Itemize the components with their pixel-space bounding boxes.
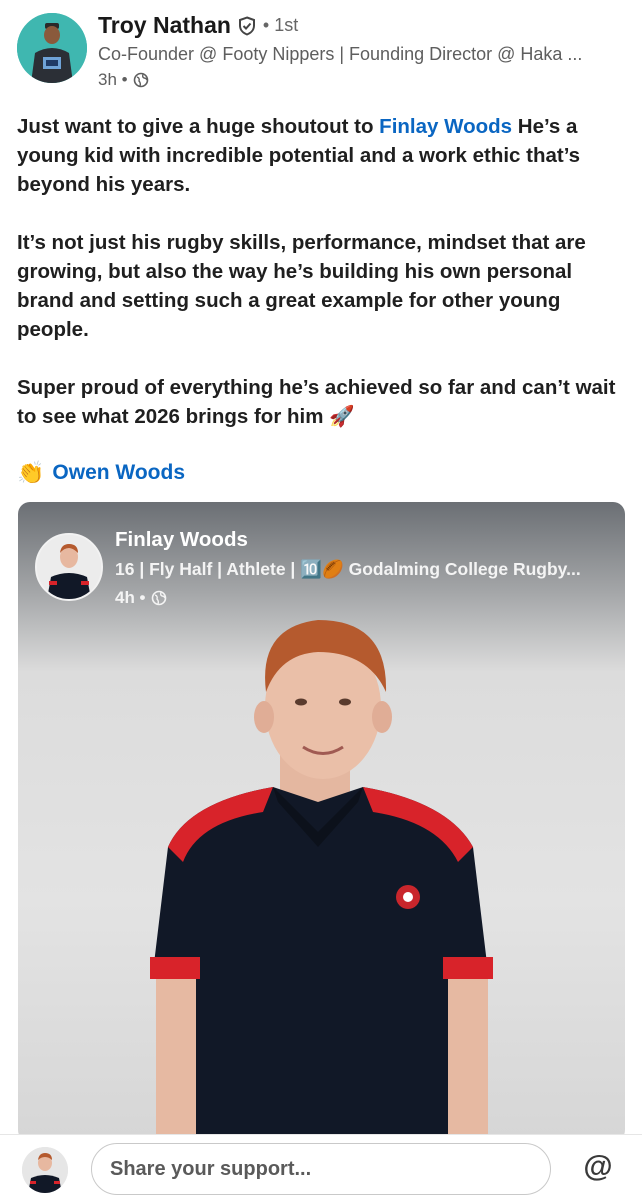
card-avatar-image: [37, 535, 101, 599]
clap-icon: 👏: [17, 460, 45, 485]
mention-link-finlay[interactable]: Finlay Woods: [379, 115, 512, 138]
post-text-segment: Just want to give a huge shoutout to: [17, 115, 380, 138]
card-author-name[interactable]: Finlay Woods: [115, 528, 248, 552]
author-headline: Co-Founder @ Footy Nippers | Founding Di…: [98, 44, 583, 64]
viewer-avatar-image: [22, 1147, 68, 1193]
post-paragraph-2: It’s not just his rugby skills, performa…: [17, 231, 586, 341]
post-body: Just want to give a huge shoutout to Fin…: [17, 112, 627, 460]
connection-degree: • 1st: [262, 15, 299, 35]
comment-composer: @: [0, 1134, 642, 1200]
shared-post-card[interactable]: Finlay Woods 16 | Fly Half | Athlete | 🔟…: [18, 502, 625, 1142]
globe-icon: [151, 590, 166, 606]
verified-icon: [238, 15, 255, 36]
tag-line: 👏 Owen Woods: [17, 460, 185, 486]
athlete-photo: [150, 620, 493, 1142]
post-header: Troy Nathan • 1st Co-Founder @ Footy Nip…: [0, 0, 642, 100]
author-avatar[interactable]: [17, 13, 87, 83]
card-meta: 4h •: [115, 588, 167, 608]
viewer-avatar[interactable]: [22, 1147, 68, 1193]
mention-link-owen[interactable]: Owen Woods: [52, 461, 185, 485]
mention-at-button[interactable]: @: [578, 1147, 618, 1187]
card-time: 4h •: [115, 588, 146, 607]
globe-icon: [133, 72, 148, 88]
card-author-avatar[interactable]: [35, 533, 103, 601]
share-support-input[interactable]: [91, 1143, 551, 1195]
post-time: 3h •: [98, 70, 128, 89]
post-paragraph-1: Just want to give a huge shoutout to Fin…: [17, 112, 627, 199]
author-avatar-image: [17, 13, 87, 83]
card-author-headline: 16 | Fly Half | Athlete | 🔟🏉 Godalming C…: [115, 559, 581, 579]
author-name[interactable]: Troy Nathan: [98, 12, 231, 39]
post-paragraph-3: Super proud of everything he’s achieved …: [17, 376, 616, 428]
post-meta: 3h •: [98, 70, 149, 90]
